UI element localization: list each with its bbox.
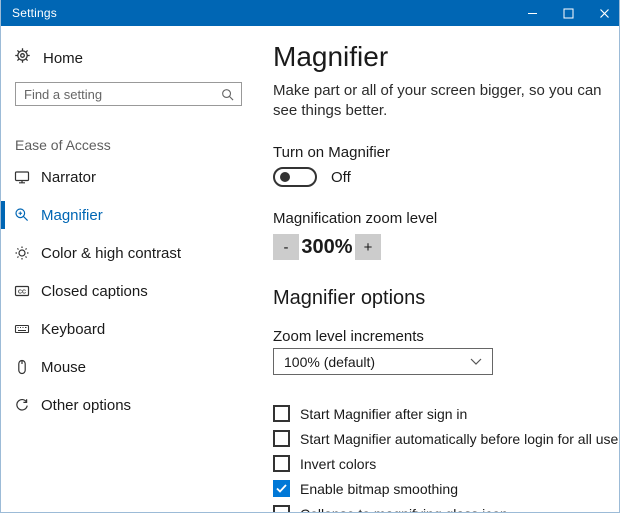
other-options-icon [14, 397, 30, 413]
checkbox-label: Enable bitmap smoothing [300, 480, 458, 497]
toggle-state-label: Off [331, 168, 351, 186]
sidebar: Home Ease of Access Narrator [1, 26, 261, 512]
checkbox-label: Collapse to magnifying glass icon [300, 506, 508, 513]
sidebar-item-magnifier[interactable]: Magnifier [1, 196, 261, 234]
settings-window: Settings Home Find a setting Ease of Acc… [0, 0, 620, 513]
window-title: Settings [12, 6, 57, 20]
page-title: Magnifier [273, 41, 389, 72]
check-row-invert-colors: Invert colors [273, 451, 617, 476]
dropdown-selected-value: 100% (default) [284, 353, 376, 370]
zoom-level-stepper: - 300% + [273, 234, 617, 260]
checkbox-start-after-signin[interactable] [273, 405, 290, 422]
search-icon[interactable] [221, 88, 241, 101]
minimize-icon [527, 12, 537, 14]
sidebar-item-label: Other options [41, 396, 132, 414]
checkbox-collapse-glass[interactable] [273, 505, 290, 512]
keyboard-icon [14, 321, 30, 337]
narrator-icon [14, 169, 30, 185]
maximize-button[interactable] [550, 0, 586, 26]
selection-indicator [1, 353, 5, 381]
check-row-bitmap-smoothing: Enable bitmap smoothing [273, 476, 617, 501]
sidebar-item-closed-captions[interactable]: CC Closed captions [1, 272, 261, 310]
close-icon [599, 8, 609, 18]
check-row-start-after-signin: Start Magnifier after sign in [273, 401, 617, 426]
checkmark-icon [276, 484, 287, 493]
magnifier-icon [14, 207, 30, 223]
chevron-down-icon [470, 358, 492, 365]
zoom-increments-label: Zoom level increments [273, 328, 424, 345]
selection-indicator [1, 315, 5, 343]
titlebar: Settings [1, 0, 619, 26]
page-description: Make part or all of your screen bigger, … [273, 82, 602, 119]
sidebar-section-label: Ease of Access [15, 137, 111, 153]
close-button[interactable] [586, 0, 619, 26]
sidebar-item-label: Narrator [41, 168, 97, 186]
magnifier-options-checkboxes: Start Magnifier after sign in Start Magn… [273, 401, 620, 513]
selection-indicator [1, 163, 5, 191]
zoom-increase-button[interactable]: + [355, 234, 381, 260]
gear-icon [14, 47, 31, 69]
magnifier-options-heading: Magnifier options [273, 287, 426, 309]
checkbox-invert-colors[interactable] [273, 455, 290, 472]
zoom-level-label: Magnification zoom level [273, 210, 438, 227]
zoom-decrease-button[interactable]: - [273, 234, 299, 260]
sidebar-item-keyboard[interactable]: Keyboard [1, 310, 261, 348]
search-box[interactable] [15, 82, 242, 106]
checkbox-label: Invert colors [300, 455, 377, 472]
check-row-start-before-login: Start Magnifier automatically before log… [273, 426, 620, 451]
svg-text:CC: CC [18, 289, 26, 295]
checkbox-bitmap-smoothing[interactable] [273, 480, 290, 497]
zoom-level-value: 300% [301, 235, 353, 258]
selection-indicator [1, 201, 5, 229]
minimize-button[interactable] [514, 0, 550, 26]
sidebar-item-home[interactable]: Home [14, 45, 83, 71]
sidebar-item-other-options[interactable]: Other options [1, 386, 261, 424]
selection-indicator [1, 277, 5, 305]
mouse-icon [14, 359, 30, 375]
contrast-icon [14, 245, 30, 261]
closed-captions-icon: CC [14, 283, 30, 299]
sidebar-item-label: Closed captions [41, 282, 148, 300]
turn-on-magnifier-row: Off [273, 167, 617, 187]
sidebar-nav: Narrator Magnifier Color & high contrast… [1, 158, 261, 424]
selection-indicator [1, 391, 5, 419]
sidebar-item-label: Keyboard [41, 320, 106, 338]
maximize-icon [563, 8, 573, 18]
toggle-knob [280, 172, 290, 182]
sidebar-item-label: Magnifier [41, 206, 103, 224]
sidebar-item-label: Mouse [41, 358, 87, 376]
zoom-increments-dropdown[interactable]: 100% (default) [273, 348, 493, 375]
window-controls [514, 0, 619, 26]
sidebar-item-mouse[interactable]: Mouse [1, 348, 261, 386]
selection-indicator [1, 239, 5, 267]
search-input[interactable] [16, 86, 221, 102]
main-content: Magnifier Make part or all of your scree… [273, 26, 620, 513]
sidebar-item-label: Color & high contrast [41, 244, 182, 262]
check-row-collapse-glass: Collapse to magnifying glass icon [273, 501, 617, 513]
checkbox-label: Start Magnifier after sign in [300, 405, 468, 422]
magnifier-toggle[interactable] [273, 167, 317, 187]
sidebar-item-narrator[interactable]: Narrator [1, 158, 261, 196]
sidebar-home-label: Home [43, 49, 84, 67]
turn-on-magnifier-label: Turn on Magnifier [273, 144, 390, 161]
checkbox-start-before-login[interactable] [273, 430, 290, 447]
sidebar-item-color-high-contrast[interactable]: Color & high contrast [1, 234, 261, 272]
checkbox-label: Start Magnifier automatically before log… [300, 430, 620, 447]
